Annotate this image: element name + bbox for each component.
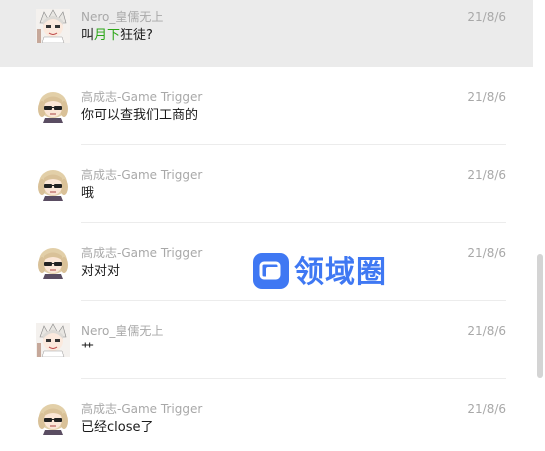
watermark-text: 领域圈 [294, 255, 387, 290]
list-item[interactable]: 高成志-Game Trigger 21/8/6 已经close了 [0, 379, 533, 451]
message-text: 已经close了 [81, 420, 154, 435]
avatar[interactable] [36, 89, 70, 123]
message-text: 对对对 [81, 264, 121, 279]
sender-name: Nero_皇儒无上 [81, 10, 164, 24]
avatar[interactable] [36, 323, 70, 357]
message-text: 艹 [81, 342, 95, 357]
message-text: 你可以查我们工商的 [81, 108, 199, 123]
square-chat-logo-icon [252, 252, 290, 294]
avatar[interactable] [36, 167, 70, 201]
message-date: 21/8/6 [467, 168, 506, 182]
sender-name: 高成志-Game Trigger [81, 168, 203, 182]
list-item[interactable]: Nero_皇儒无上 21/8/6 叫月下狂徒? [0, 0, 533, 67]
avatar[interactable] [36, 9, 70, 43]
watermark: 领域圈 [252, 252, 387, 294]
message-text-part: 叫 [81, 28, 95, 43]
list-item[interactable]: Nero_皇儒无上 21/8/6 艹 [0, 301, 533, 379]
sender-name: 高成志-Game Trigger [81, 246, 203, 260]
message-text: 哦 [81, 186, 95, 201]
search-highlight: 月下 [94, 28, 121, 43]
sender-name: Nero_皇儒无上 [81, 324, 164, 338]
avatar[interactable] [36, 401, 70, 435]
chat-search-results: Nero_皇儒无上 21/8/6 叫月下狂徒? 高成志-Game Trigger… [0, 0, 545, 451]
message-date: 21/8/6 [467, 324, 506, 338]
scrollbar-thumb[interactable] [537, 254, 543, 378]
message-date: 21/8/6 [467, 90, 506, 104]
list-item[interactable]: 高成志-Game Trigger 21/8/6 哦 [0, 145, 533, 223]
sender-name: 高成志-Game Trigger [81, 90, 203, 104]
message-text: 叫月下狂徒? [81, 27, 153, 45]
message-text-part: 狂徒? [120, 28, 153, 43]
message-date: 21/8/6 [467, 246, 506, 260]
avatar[interactable] [36, 245, 70, 279]
scrollbar[interactable] [533, 0, 545, 451]
sender-name: 高成志-Game Trigger [81, 402, 203, 416]
message-date: 21/8/6 [467, 10, 506, 24]
message-date: 21/8/6 [467, 402, 506, 416]
list-item[interactable]: 高成志-Game Trigger 21/8/6 你可以查我们工商的 [0, 67, 533, 145]
